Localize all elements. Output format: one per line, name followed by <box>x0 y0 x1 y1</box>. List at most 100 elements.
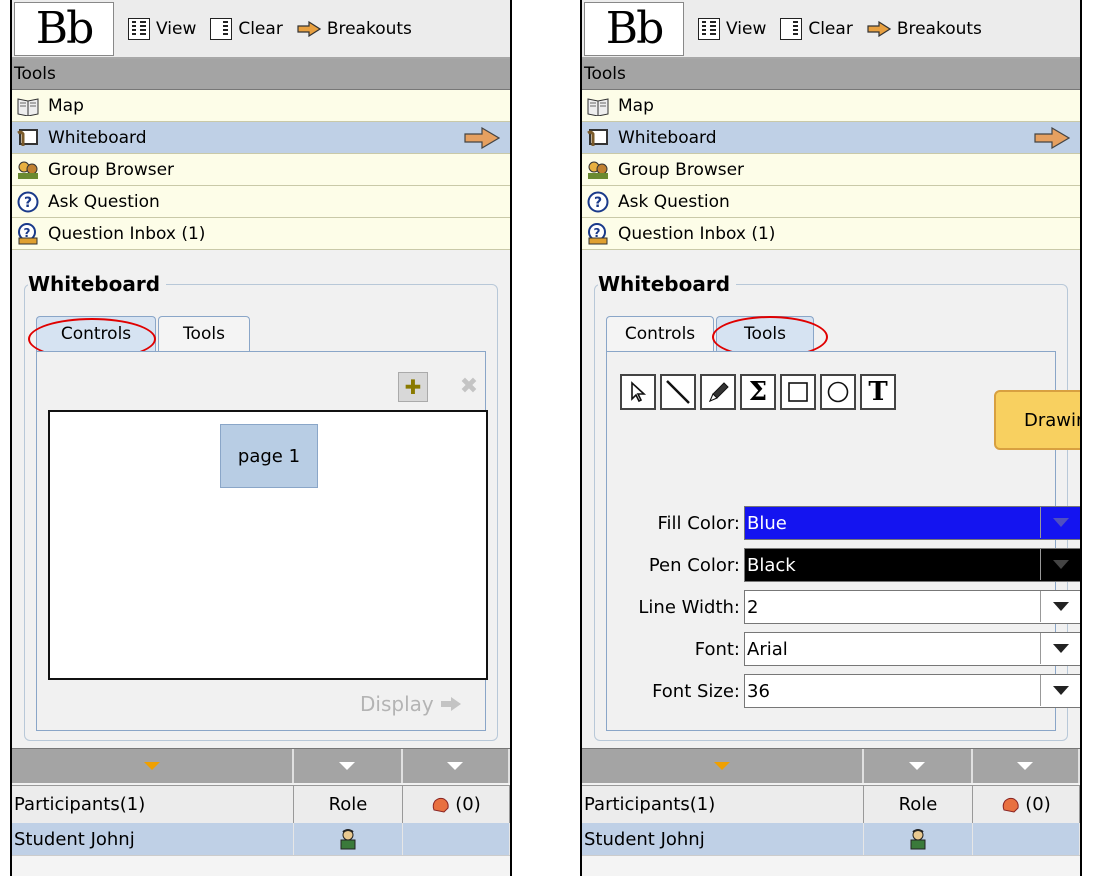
expand-collapse-button[interactable] <box>12 749 294 783</box>
breakouts-button[interactable]: Breakouts <box>297 19 412 39</box>
pen-color-select[interactable]: Black <box>744 548 1080 582</box>
whiteboard-icon <box>16 127 40 149</box>
line-tool-button[interactable] <box>660 374 696 410</box>
question-icon: ? <box>16 191 40 213</box>
text-tool-button[interactable]: T <box>860 374 896 410</box>
role-sort-button[interactable] <box>294 749 403 783</box>
top-toolbar: Bb View Clear Breakouts <box>582 0 1080 59</box>
line-width-row: Line Width: 2 <box>608 590 1080 624</box>
group-browser-icon <box>586 159 610 181</box>
chevron-down-icon <box>447 762 464 770</box>
pointer-icon <box>631 381 647 403</box>
map-icon <box>16 95 40 117</box>
tool-item-map[interactable]: Map <box>582 90 1080 122</box>
font-row: Font: Arial <box>608 632 1080 666</box>
participants-empty-area <box>582 855 1080 876</box>
tool-item-group-browser[interactable]: Group Browser <box>582 154 1080 186</box>
drawing-callout: Drawing <box>994 390 1080 450</box>
add-page-button[interactable]: ✚ <box>398 372 428 402</box>
font-size-select[interactable]: 36 <box>744 674 1080 708</box>
blackboard-logo: Bb <box>584 1 684 56</box>
font-size-label: Font Size: <box>652 680 740 702</box>
participants-header: Participants(1) Role (0) <box>582 785 1080 824</box>
line-width-label: Line Width: <box>638 596 740 618</box>
view-icon <box>128 17 150 40</box>
open-tool-arrow-icon[interactable] <box>464 127 500 149</box>
hand-sort-button[interactable] <box>403 749 510 783</box>
pen-color-row: Pen Color: Black <box>608 548 1080 582</box>
chevron-down-icon <box>143 762 160 770</box>
hand-sort-button[interactable] <box>973 749 1080 783</box>
participants-empty-area <box>12 855 510 876</box>
drawing-tool-palette: Σ T <box>620 374 896 410</box>
select-tool-button[interactable] <box>620 374 656 410</box>
hand-cell <box>973 823 1080 855</box>
collaboration-panel-controls: Bb View Clear Breakouts Tools Map Whiteb… <box>10 0 512 876</box>
expand-collapse-button[interactable] <box>582 749 864 783</box>
line-width-select[interactable]: 2 <box>744 590 1080 624</box>
question-inbox-icon: ? <box>16 222 40 245</box>
sigma-icon: Σ <box>748 377 768 407</box>
chevron-down-icon <box>1017 762 1034 770</box>
tool-item-question-inbox[interactable]: ? Question Inbox (1) <box>12 218 510 250</box>
font-select[interactable]: Arial <box>744 632 1080 666</box>
map-icon <box>586 95 610 117</box>
tool-item-map[interactable]: Map <box>12 90 510 122</box>
text-icon: T <box>868 377 888 407</box>
arrow-right-icon <box>297 20 321 37</box>
role-column-header[interactable]: Role <box>294 786 403 823</box>
raised-hand-column-header[interactable]: (0) <box>403 786 510 823</box>
tab-controls[interactable]: Controls <box>606 316 714 351</box>
breakouts-button[interactable]: Breakouts <box>867 19 982 39</box>
view-button[interactable]: View <box>128 17 196 40</box>
tool-item-question-inbox[interactable]: ? Question Inbox (1) <box>582 218 1080 250</box>
ellipse-tool-button[interactable] <box>820 374 856 410</box>
participant-row[interactable]: Student Johnj <box>582 823 1080 855</box>
view-button[interactable]: View <box>698 17 766 40</box>
whiteboard-section-title: Whiteboard <box>598 272 737 296</box>
svg-text:?: ? <box>594 195 602 211</box>
page-list: page 1 <box>48 410 488 680</box>
fill-color-row: Fill Color: Blue <box>608 506 1080 540</box>
delete-page-button[interactable]: ✖ <box>455 372 483 400</box>
display-arrow-icon <box>440 697 461 711</box>
participants-toolbar <box>582 748 1080 783</box>
clear-button[interactable]: Clear <box>210 17 283 40</box>
clear-button[interactable]: Clear <box>780 17 853 40</box>
open-tool-arrow-icon[interactable] <box>1034 127 1070 149</box>
tool-item-whiteboard[interactable]: Whiteboard <box>12 122 510 154</box>
role-sort-button[interactable] <box>864 749 973 783</box>
fill-color-select[interactable]: Blue <box>744 506 1080 540</box>
add-icon: ✚ <box>404 375 422 399</box>
participant-row[interactable]: Student Johnj <box>12 823 510 855</box>
tool-item-ask-question[interactable]: ? Ask Question <box>582 186 1080 218</box>
tools-header: Tools <box>582 59 1080 90</box>
delete-icon: ✖ <box>459 373 479 399</box>
tool-item-whiteboard[interactable]: Whiteboard <box>582 122 1080 154</box>
top-toolbar: Bb View Clear Breakouts <box>12 0 510 59</box>
chevron-down-icon <box>1040 549 1080 580</box>
participants-header: Participants(1) Role (0) <box>12 785 510 824</box>
tool-item-ask-question[interactable]: ? Ask Question <box>12 186 510 218</box>
group-browser-icon <box>16 159 40 181</box>
role-column-header[interactable]: Role <box>864 786 973 823</box>
display-button[interactable]: Display <box>360 692 462 716</box>
view-icon <box>698 17 720 40</box>
participants-column-header[interactable]: Participants(1) <box>582 786 864 823</box>
tool-item-group-browser[interactable]: Group Browser <box>12 154 510 186</box>
raised-hand-column-header[interactable]: (0) <box>973 786 1080 823</box>
participants-column-header[interactable]: Participants(1) <box>12 786 294 823</box>
collaboration-panel-tools: Bb View Clear Breakouts Tools Map Whiteb… <box>580 0 1082 876</box>
chevron-down-icon <box>1040 675 1080 706</box>
participants-toolbar <box>12 748 510 783</box>
pen-icon <box>709 382 729 402</box>
tab-tools[interactable]: Tools <box>158 316 250 351</box>
equation-tool-button[interactable]: Σ <box>740 374 776 410</box>
rectangle-tool-button[interactable] <box>780 374 816 410</box>
page-thumbnail[interactable]: page 1 <box>220 424 318 488</box>
rectangle-icon <box>788 382 808 402</box>
blackboard-logo: Bb <box>14 1 114 56</box>
whiteboard-section-title: Whiteboard <box>28 272 167 296</box>
pen-tool-button[interactable] <box>700 374 736 410</box>
font-label: Font: <box>694 638 740 660</box>
